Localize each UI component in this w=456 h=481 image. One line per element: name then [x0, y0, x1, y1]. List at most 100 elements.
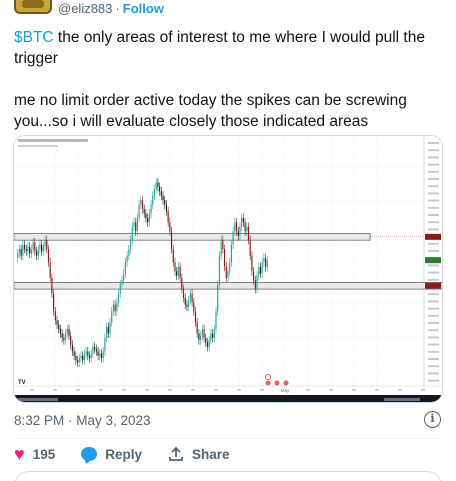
- y-tick-mark: [428, 199, 439, 202]
- follow-button[interactable]: Follow: [123, 1, 164, 16]
- tweet-actions: ♥ 195 Reply Share: [14, 445, 256, 463]
- candle-body: [83, 353, 85, 361]
- candle-body: [198, 333, 200, 341]
- candle-body: [141, 200, 144, 210]
- x-tick-mark: [237, 389, 241, 391]
- tweet-paragraph-2: me no limit order active today the spike…: [14, 92, 407, 130]
- x-tick-label: May: [281, 388, 290, 393]
- y-tick-mark: [428, 350, 439, 353]
- like-button[interactable]: ♥ 195: [14, 445, 55, 463]
- candle-body: [242, 217, 244, 223]
- candle-body: [61, 333, 63, 338]
- candle-body: [100, 353, 103, 358]
- candle-body: [116, 302, 118, 312]
- candle-body: [152, 195, 154, 205]
- x-tick-mark: [306, 389, 310, 391]
- candle-body: [211, 333, 214, 338]
- candle-body: [117, 293, 120, 303]
- candle-body: [246, 226, 248, 232]
- y-tick-mark: [428, 170, 439, 173]
- candle-body: [66, 329, 68, 334]
- info-icon[interactable]: i: [424, 411, 441, 428]
- heart-icon: ♥: [14, 444, 25, 464]
- candle-body: [169, 222, 171, 232]
- share-icon: [169, 446, 183, 461]
- support-zone: [14, 282, 442, 290]
- cashtag-link[interactable]: $BTC: [14, 29, 54, 46]
- candle-body: [138, 204, 140, 218]
- candle-body: [17, 253, 19, 258]
- svg-text:TV: TV: [18, 380, 26, 386]
- candle-body: [135, 222, 137, 232]
- candle-body: [124, 262, 127, 274]
- candle-body: [258, 266, 260, 276]
- candle-body: [232, 231, 234, 245]
- tweet-timestamp[interactable]: 8:32 PM · May 3, 2023: [14, 413, 151, 428]
- read-replies-button[interactable]: [14, 471, 442, 481]
- candle-body: [170, 231, 173, 250]
- candle-body: [264, 257, 267, 267]
- candle-body: [64, 333, 67, 341]
- handle-separator: ·: [115, 0, 120, 16]
- candle-body: [29, 246, 31, 254]
- candle-body: [203, 329, 205, 338]
- candle-body: [251, 255, 253, 272]
- candle-body: [85, 351, 87, 354]
- avatar[interactable]: [14, 0, 52, 14]
- candle-body: [234, 222, 236, 232]
- like-count: 195: [32, 446, 56, 462]
- candle-body: [102, 351, 104, 358]
- candle-body: [164, 200, 166, 205]
- candle-body: [53, 293, 55, 312]
- share-button[interactable]: Share: [168, 446, 230, 462]
- candle-body: [41, 244, 43, 252]
- candle-body: [136, 217, 138, 232]
- candle-body: [78, 357, 80, 363]
- candle-body: [35, 251, 38, 256]
- candle-body: [177, 266, 179, 276]
- candle-body: [239, 226, 241, 236]
- candle-body: [237, 231, 239, 236]
- y-tick-mark: [428, 343, 439, 346]
- reply-button[interactable]: Reply: [81, 447, 142, 462]
- candle-body: [73, 351, 75, 356]
- x-tick-mark: [375, 389, 379, 391]
- y-tick-mark: [428, 379, 439, 382]
- x-tick-mark: [53, 389, 57, 391]
- candle-body: [59, 329, 62, 334]
- candle-body: [27, 246, 29, 252]
- handle-row: @eliz883 · Follow: [58, 1, 164, 16]
- last-price-tag: [425, 257, 441, 264]
- candle-body: [39, 244, 41, 250]
- candle-body: [193, 302, 195, 312]
- candle-body: [32, 242, 34, 250]
- y-tick-mark: [428, 242, 439, 245]
- candle-body: [143, 209, 145, 214]
- candle-body: [54, 311, 56, 321]
- candle-body: [20, 249, 22, 256]
- candle-body: [128, 249, 130, 256]
- candle-body: [147, 217, 149, 223]
- candle-body: [188, 300, 190, 307]
- chart-image[interactable]: May TV: [13, 135, 443, 403]
- candle-body: [82, 355, 84, 361]
- resistance-zone: [14, 233, 371, 241]
- candle-body: [107, 326, 109, 334]
- x-tick-mark: [352, 389, 356, 391]
- candle-body: [218, 255, 221, 285]
- candle-body: [30, 249, 32, 254]
- user-handle[interactable]: @eliz883: [58, 1, 112, 16]
- candle-body: [87, 351, 89, 356]
- candle-body: [44, 240, 46, 247]
- chart-symbol-line: [18, 139, 88, 142]
- candle-body: [253, 271, 255, 281]
- candle-body: [217, 284, 219, 312]
- candle-body: [165, 204, 168, 212]
- tweet-header: @eliz883 · Follow: [14, 0, 164, 16]
- price-chart: May TV: [14, 136, 442, 402]
- y-tick-mark: [428, 307, 439, 310]
- y-tick-mark: [428, 322, 439, 324]
- share-label: Share: [191, 446, 230, 462]
- candle-body: [189, 293, 191, 301]
- y-tick-mark: [428, 314, 439, 317]
